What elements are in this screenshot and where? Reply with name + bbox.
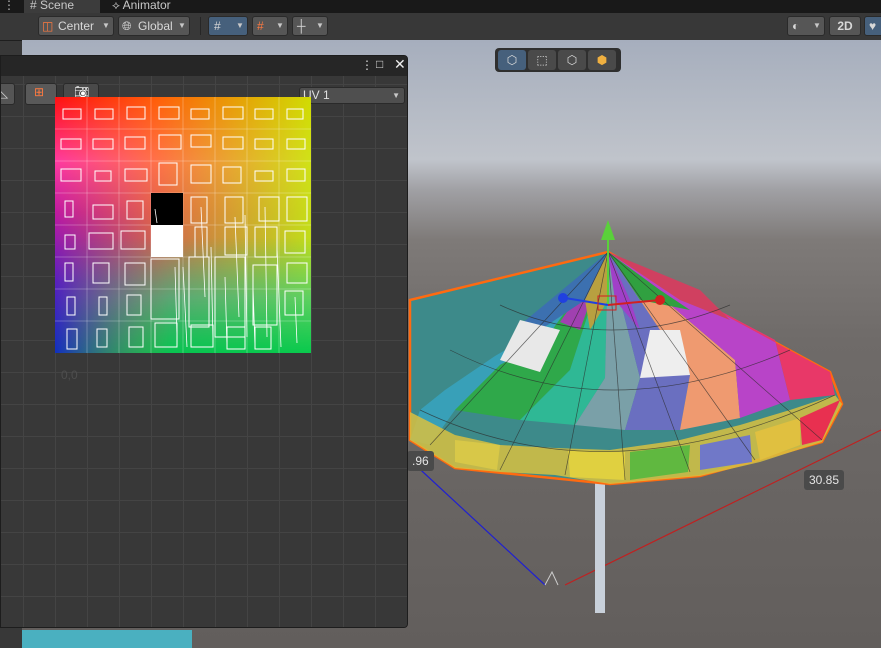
- tab-animator[interactable]: ⟡ Animator: [108, 0, 188, 13]
- window-title-bar[interactable]: ⋮ □ ✕: [1, 56, 407, 76]
- tab-scene-label: Scene: [40, 0, 75, 12]
- dimension-value-left: .96: [412, 454, 429, 468]
- light-icon: ♥: [869, 19, 877, 33]
- more-menu-icon[interactable]: ⋮: [3, 0, 15, 12]
- orientation-cube-button[interactable]: ⬡: [498, 50, 526, 70]
- shaded-cube-icon: ⬢: [596, 53, 608, 67]
- 2d-toggle-label: 2D: [837, 19, 853, 33]
- uv-channel-dropdown[interactable]: UV 1 ▼: [299, 87, 405, 104]
- 2d-toggle-button[interactable]: 2D: [829, 16, 861, 36]
- dimension-label-left: .96: [407, 451, 434, 471]
- z-axis-line: [409, 459, 546, 586]
- frame-icon: ⬚: [536, 53, 548, 67]
- tab-scene[interactable]: # Scene: [24, 0, 100, 13]
- shading-icon: ◐: [792, 19, 800, 33]
- chevron-down-icon: ▼: [102, 21, 110, 30]
- chevron-down-icon: ▼: [178, 21, 186, 30]
- uv-wireframe: [55, 97, 311, 353]
- perspective-button[interactable]: ⬡: [558, 50, 586, 70]
- orthographic-button[interactable]: ⬚: [528, 50, 556, 70]
- maximize-icon[interactable]: □: [376, 57, 383, 71]
- cube-outline-icon: ⬡: [566, 53, 578, 67]
- dimension-label-right: 30.85: [804, 470, 845, 490]
- ruler-icon: ┼: [297, 19, 306, 33]
- chevron-down-icon: ▼: [236, 21, 244, 30]
- checker-icon: ⊞: [34, 85, 45, 99]
- animator-icon: ⟡: [112, 0, 120, 12]
- grid-toggle-button[interactable]: # ▼: [208, 16, 248, 36]
- view-orientation-bar: ⬡ ⬚ ⬡ ⬢: [495, 48, 621, 72]
- lighting-toggle-button[interactable]: ♥: [864, 16, 881, 36]
- pivot-icon: ◫: [42, 19, 54, 33]
- uv-tool-button[interactable]: ◺: [1, 83, 15, 105]
- chevron-down-icon: ▼: [276, 21, 284, 30]
- snap-toggle-button[interactable]: # ▼: [252, 16, 288, 36]
- globe-icon: 🌐︎: [122, 19, 132, 33]
- space-mode-label: Global: [138, 19, 173, 33]
- snap-icon: #: [257, 19, 264, 33]
- pivot-mode-dropdown[interactable]: ◫ Center ▼: [38, 16, 114, 36]
- shaded-cube-button[interactable]: ⬢: [588, 50, 616, 70]
- increment-snap-button[interactable]: ┼ ▼: [292, 16, 328, 36]
- chevron-down-icon: ▼: [813, 21, 821, 30]
- checker-toggle-button[interactable]: ⊞: [25, 83, 57, 105]
- editor-tab-strip: ⋮ # Scene ⟡ Animator: [0, 0, 881, 13]
- y-axis-arrow-icon[interactable]: [601, 220, 615, 240]
- close-icon[interactable]: ✕: [394, 56, 406, 73]
- grid-icon: #: [214, 19, 221, 33]
- uv-origin-label: 0,0: [61, 368, 78, 382]
- pivot-mode-label: Center: [58, 19, 95, 33]
- dimension-value-right: 30.85: [809, 473, 840, 487]
- hash-icon: #: [30, 0, 37, 12]
- more-menu-icon[interactable]: ⋮: [361, 58, 373, 72]
- scene-toolbar: ◫ Center ▼ 🌐︎ Global ▼ # ▼ # ▼ ┼ ▼ ◐ ▼ 2…: [0, 13, 881, 41]
- toolbar-separator: [200, 17, 201, 35]
- chevron-down-icon: ▼: [392, 91, 400, 100]
- chevron-down-icon: ▼: [316, 21, 324, 30]
- cube-icon: ⬡: [506, 53, 518, 67]
- scene-object-cyan: [22, 630, 192, 648]
- draw-mode-dropdown[interactable]: ◐ ▼: [787, 16, 825, 36]
- umbrella-pole: [595, 478, 605, 613]
- space-mode-dropdown[interactable]: 🌐︎ Global ▼: [118, 16, 190, 36]
- uv-tool-icon: ◺: [1, 86, 8, 100]
- tab-animator-label: Animator: [122, 0, 171, 12]
- uv-preview-window: ⋮ □ ✕ ◺ ⊞ 📷︎ UV 1 ▼: [0, 55, 408, 628]
